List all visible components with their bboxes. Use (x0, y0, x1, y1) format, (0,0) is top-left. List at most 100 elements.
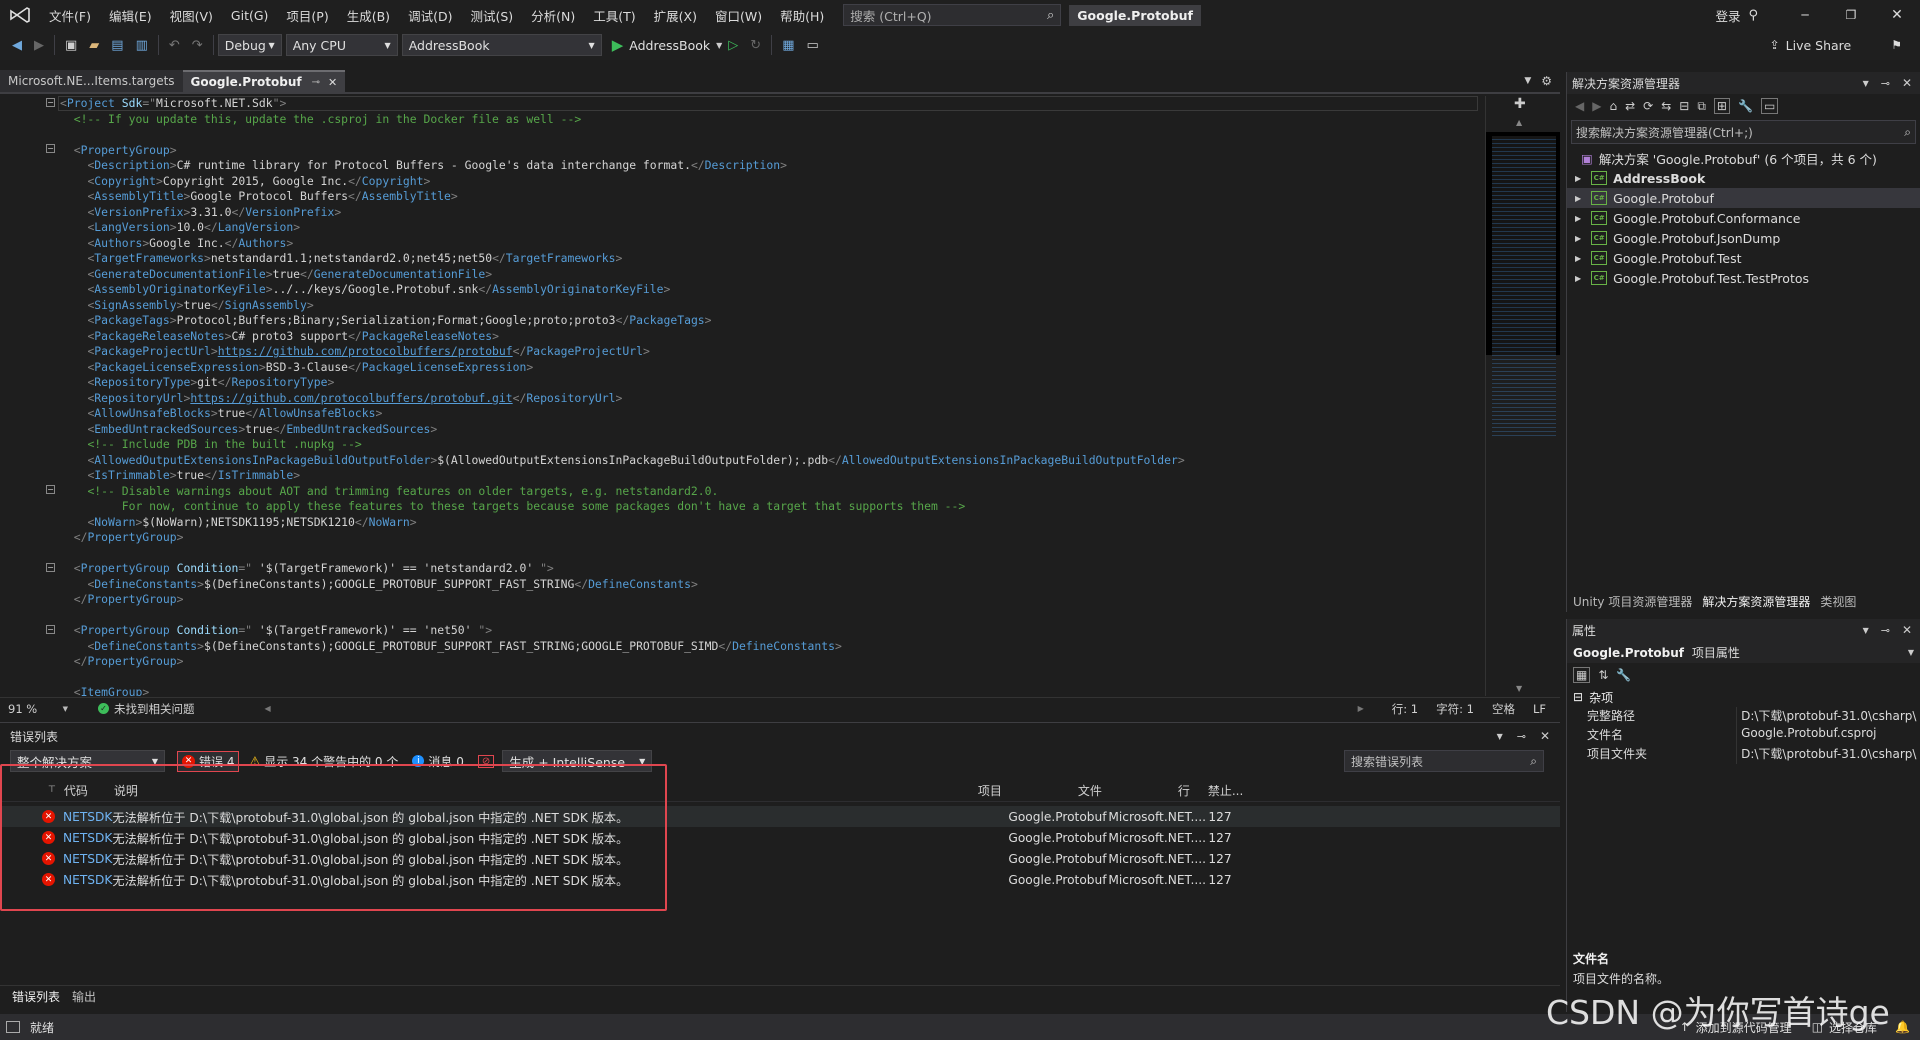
signin-link[interactable]: 登录 (1715, 6, 1740, 25)
pending-changes-icon[interactable]: ⟳ (1643, 99, 1653, 113)
property-row[interactable]: 项目文件夹 D:\下载\protobuf-31.0\csharp\ (1567, 745, 1920, 764)
preview-icon[interactable]: ▭ (1760, 98, 1779, 114)
save-all-icon[interactable]: ▥ (130, 34, 154, 56)
zoom-select[interactable]: 91 % ▼ (0, 702, 68, 716)
back-icon[interactable]: ◀ (1575, 99, 1584, 113)
start-without-debug-icon[interactable]: ▷ (722, 34, 744, 56)
browse-icon[interactable]: ▦ (776, 34, 800, 56)
account-icon[interactable]: ⚲ (1748, 8, 1758, 23)
close-tab-icon[interactable]: ✕ (328, 76, 337, 89)
tab-unity-explorer[interactable]: Unity 项目资源管理器 (1573, 593, 1692, 610)
panel-dropdown-icon[interactable]: ▼ (1863, 626, 1869, 635)
pin-icon[interactable]: ⊸ (1517, 730, 1526, 743)
property-object-select[interactable]: Google.Protobuf 项目属性 ▼ (1567, 641, 1920, 663)
project-item[interactable]: ▶ C# Google.Protobuf.Test.TestProtos (1567, 268, 1920, 288)
issues-indicator[interactable]: ✓ 未找到相关问题 (98, 701, 195, 717)
tab-overflow-icon[interactable]: ▼ (1524, 76, 1531, 86)
pin-icon[interactable]: ⊸ (1881, 77, 1890, 90)
switch-views-icon[interactable]: ⇄ (1625, 99, 1635, 113)
config-select[interactable]: Debug ▼ (217, 34, 282, 56)
expand-arrow-icon[interactable]: ▶ (1575, 194, 1581, 203)
properties-icon[interactable]: 🔧 (1738, 99, 1753, 113)
code-token[interactable]: https://github.com/protocolbuffers/proto… (218, 344, 513, 358)
project-item[interactable]: ▶ C# AddressBook (1567, 168, 1920, 188)
tab-error-list[interactable]: 错误列表 (12, 988, 60, 1005)
project-item[interactable]: ▶ C# Google.Protobuf.Conformance (1567, 208, 1920, 228)
panel-dropdown-icon[interactable]: ▼ (1497, 732, 1503, 741)
feedback-icon[interactable]: ⚑ (1891, 38, 1902, 52)
minimize-button[interactable]: ─ (1782, 8, 1828, 22)
property-row[interactable]: 文件名 Google.Protobuf.csproj (1567, 726, 1920, 745)
line-ending[interactable]: LF (1533, 702, 1546, 716)
error-search-box[interactable]: 搜索错误列表 ⌕ (1344, 750, 1544, 772)
hot-reload-icon[interactable]: ↻ (744, 34, 767, 56)
solution-root[interactable]: ▣ 解决方案 'Google.Protobuf' (6 个项目，共 6 个) (1567, 148, 1920, 168)
collapse-all-icon[interactable]: ⊟ (1679, 99, 1689, 113)
global-search[interactable]: 搜索 (Ctrl+Q) ⌕ (843, 4, 1062, 26)
column-file[interactable]: 文件 (1078, 782, 1178, 799)
fold-icon[interactable]: − (46, 563, 55, 572)
expand-arrow-icon[interactable]: ▶ (1575, 214, 1581, 223)
forward-icon[interactable]: ▶ (28, 34, 50, 56)
menu-item[interactable]: 窗口(W) (706, 6, 771, 25)
fold-icon[interactable]: − (46, 144, 55, 153)
scroll-left-icon[interactable]: ◀ (265, 704, 271, 713)
tab-google-protobuf[interactable]: Google.Protobuf ⊸ ✕ (182, 70, 346, 92)
tab-class-view[interactable]: 类视图 (1820, 593, 1856, 610)
property-row[interactable]: 完整路径 D:\下载\protobuf-31.0\csharp\ (1567, 707, 1920, 726)
tab-solution-explorer[interactable]: 解决方案资源管理器 (1702, 593, 1810, 610)
split-editor-icon[interactable]: ✚ (1514, 96, 1526, 112)
scroll-up-icon[interactable]: ▲ (1516, 118, 1522, 127)
undo-icon[interactable]: ↶ (163, 34, 186, 56)
scroll-right-icon[interactable]: ▶ (1358, 704, 1364, 713)
new-project-icon[interactable]: ▣ (59, 34, 83, 56)
expand-arrow-icon[interactable]: ▶ (1575, 274, 1581, 283)
expand-arrow-icon[interactable]: ▶ (1575, 234, 1581, 243)
back-icon[interactable]: ◀ (6, 34, 28, 56)
project-item[interactable]: ▶ C# Google.Protobuf.Test (1567, 248, 1920, 268)
tab-output[interactable]: 输出 (72, 988, 96, 1005)
sync-icon[interactable]: ⇆ (1661, 99, 1671, 113)
menu-item[interactable]: 项目(P) (277, 6, 337, 25)
menu-item[interactable]: Git(G) (222, 8, 278, 23)
scroll-down-icon[interactable]: ▼ (1516, 684, 1522, 693)
restore-button[interactable]: ❐ (1828, 8, 1874, 22)
expand-arrow-icon[interactable]: ▶ (1575, 174, 1581, 183)
menu-item[interactable]: 调试(D) (399, 6, 461, 25)
notification-bell-icon[interactable]: 🔔 (1895, 1020, 1910, 1034)
panel-dropdown-icon[interactable]: ▼ (1863, 79, 1869, 88)
column-line[interactable]: 行 (1178, 782, 1208, 799)
close-panel-icon[interactable]: ✕ (1902, 76, 1912, 90)
fold-icon[interactable]: − (46, 98, 55, 107)
code-editor[interactable]: − − − − − <Project Sdk="Microsoft.NET.Sd… (0, 96, 1485, 696)
layout-icon[interactable]: ▭ (801, 34, 825, 56)
close-panel-icon[interactable]: ✕ (1540, 729, 1550, 743)
project-item[interactable]: ▶ C# Google.Protobuf.JsonDump (1567, 228, 1920, 248)
start-debug-button[interactable]: ▶ AddressBook ▼ (612, 36, 723, 54)
indent-mode[interactable]: 空格 (1492, 701, 1515, 717)
menu-item[interactable]: 工具(T) (584, 6, 644, 25)
platform-select[interactable]: Any CPU ▼ (285, 34, 398, 56)
menu-item[interactable]: 文件(F) (40, 6, 100, 25)
forward-icon[interactable]: ▶ (1592, 99, 1601, 113)
vs-logo-icon[interactable] (0, 0, 40, 30)
column-suppress[interactable]: 禁止... (1208, 782, 1268, 799)
code-token[interactable]: https://github.com/protocolbuffers/proto… (190, 391, 512, 405)
home-icon[interactable]: ⌂ (1609, 99, 1617, 113)
redo-icon[interactable]: ↷ (186, 34, 209, 56)
tab-targets-file[interactable]: Microsoft.NE...Items.targets (0, 70, 183, 92)
filter-icon[interactable]: ⊞ (1713, 98, 1730, 114)
menu-item[interactable]: 视图(V) (161, 6, 222, 25)
menu-item[interactable]: 帮助(H) (771, 6, 833, 25)
close-panel-icon[interactable]: ✕ (1902, 623, 1912, 637)
project-item[interactable]: ▶ C# Google.Protobuf (1567, 188, 1920, 208)
show-all-files-icon[interactable]: ⧉ (1697, 99, 1706, 114)
menu-item[interactable]: 扩展(X) (645, 6, 706, 25)
editor-minimap[interactable]: ✚ ▲ ▼ (1485, 96, 1560, 696)
solution-search-box[interactable]: 搜索解决方案资源管理器(Ctrl+;) ⌕ (1571, 120, 1916, 144)
expand-arrow-icon[interactable]: ▶ (1575, 254, 1581, 263)
open-folder-icon[interactable]: ▰ (83, 34, 105, 56)
live-share-button[interactable]: ⇪ Live Share (1770, 38, 1852, 53)
pin-icon[interactable]: ⊸ (312, 77, 320, 88)
settings-gear-icon[interactable]: ⚙ (1541, 74, 1552, 88)
